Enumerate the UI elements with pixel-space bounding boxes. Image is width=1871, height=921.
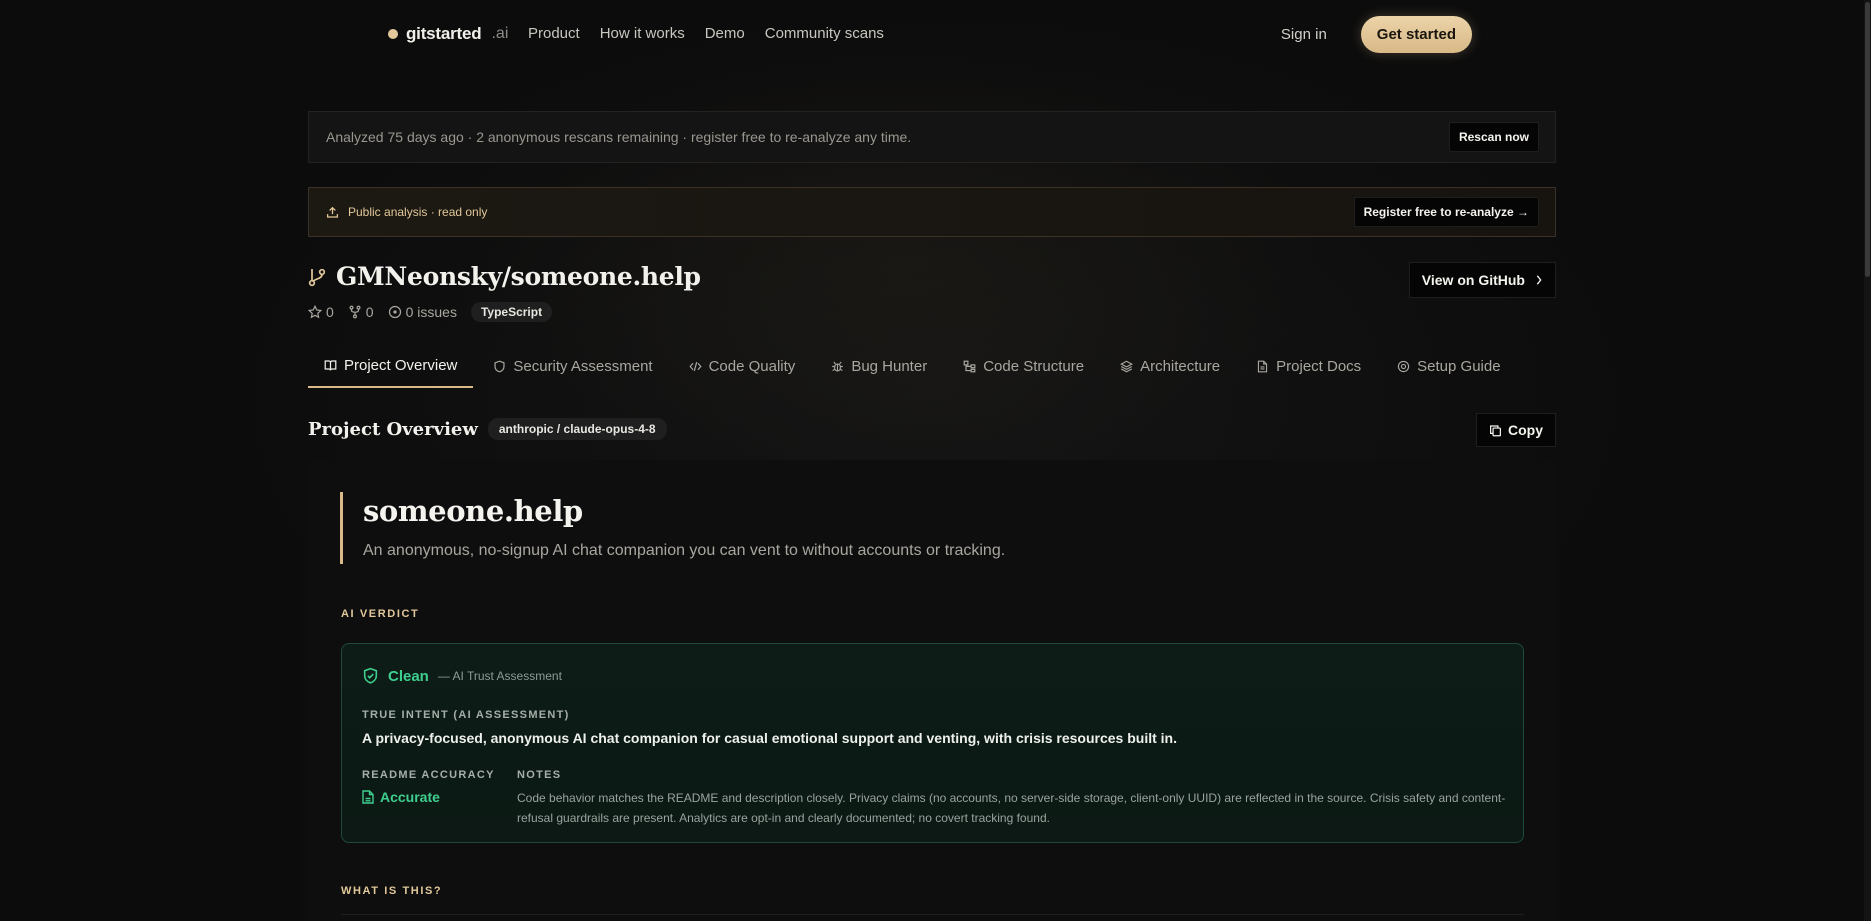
code-icon [689,361,702,372]
file-check-icon [362,790,374,804]
verdict-card: Clean — AI Trust Assessment TRUE INTENT … [341,643,1524,843]
nav-link-demo[interactable]: Demo [705,25,745,42]
nav-link-community-scans[interactable]: Community scans [765,25,884,42]
view-on-github-label: View on GitHub [1421,272,1525,288]
language-badge: TypeScript [470,302,553,322]
verdict-status: Clean [388,667,429,685]
tab-label: Project Overview [344,357,458,374]
tab-architecture[interactable]: Architecture [1104,350,1236,388]
section-header: Project Overview anthropic / claude-opus… [308,418,667,440]
page-scrollbar[interactable] [1864,0,1871,921]
ai-verdict-label: AI VERDICT [341,608,420,620]
public-analysis-banner: Public analysis · read only Register fre… [308,187,1556,237]
tab-label: Code Quality [708,358,796,375]
repo-name[interactable]: GMNeonsky/someone.help [336,262,701,291]
rescan-now-button[interactable]: Rescan now [1448,122,1539,152]
repo-meta: 0 0 0 issues TypeScript [308,302,553,322]
project-title: someone.help [363,494,583,528]
verdict-subtitle: — AI Trust Assessment [437,669,562,683]
section-title: Project Overview [308,418,478,440]
nav-link-product[interactable]: Product [528,25,580,42]
section-divider [341,914,1524,915]
tab-project-overview[interactable]: Project Overview [308,350,474,388]
tab-label: Architecture [1140,358,1221,375]
rescan-banner: Analyzed 75 days ago · 2 anonymous resca… [308,111,1556,163]
issues-count: 0 issues [388,304,457,320]
forks-value: 0 [365,304,374,320]
tab-security-assessment[interactable]: Security Assessment [477,350,668,388]
what-is-this-label: WHAT IS THIS? [341,885,443,897]
copy-icon [1490,424,1501,436]
copy-label: Copy [1508,422,1543,438]
stars-value: 0 [326,304,334,320]
public-analysis-info: Public analysis · read only [326,205,487,219]
fork-icon [349,305,361,319]
bug-icon [832,361,844,372]
forks-count: 0 [348,304,374,320]
tab-setup-guide[interactable]: Setup Guide [1381,350,1516,388]
tab-label: Bug Hunter [851,358,928,375]
nav-actions: Sign in Get started [1281,16,1472,53]
true-intent-text: A privacy-focused, anonymous AI chat com… [362,730,1178,746]
star-icon [308,305,322,319]
notes-label: NOTES [517,769,562,781]
doc-icon [1258,360,1268,373]
tab-code-structure[interactable]: Code Structure [947,350,1100,388]
chevron-right-icon [1536,275,1542,285]
brand-tld: .ai [491,25,509,42]
book-icon [324,360,337,371]
copy-button[interactable]: Copy [1476,413,1556,447]
stars-count: 0 [308,304,334,320]
rescan-banner-text: Analyzed 75 days ago · 2 anonymous resca… [326,129,912,145]
notes-text: Code behavior matches the README and des… [517,791,1506,825]
structure-icon [963,360,976,373]
upload-icon [326,206,339,218]
overview-panel: someone.help An anonymous, no-signup AI … [308,460,1556,921]
tab-bug-hunter[interactable]: Bug Hunter [815,350,943,388]
overview-hero: someone.help An anonymous, no-signup AI … [340,492,1005,564]
issue-icon [388,305,401,319]
brand-logo[interactable]: gitstarted .ai [388,24,508,44]
tab-label: Project Docs [1276,358,1362,375]
verdict-header: Clean — AI Trust Assessment [362,667,562,685]
readme-accuracy-label: README ACCURACY [362,769,495,781]
brand-dot-icon [388,29,398,39]
tab-label: Security Assessment [513,358,653,375]
analysis-tabs: Project Overview Security Assessment Cod… [308,350,1521,388]
shield-check-icon [363,667,378,684]
view-on-github-button[interactable]: View on GitHub [1408,262,1556,298]
target-icon [1397,360,1410,373]
layers-icon [1120,360,1134,373]
model-badge: anthropic / claude-opus-4-8 [487,418,667,440]
readme-accuracy-value: Accurate [362,789,440,805]
brand-name: gitstarted [406,24,482,43]
shield-icon [494,360,505,373]
repo-title: GMNeonsky/someone.help [308,262,701,291]
nav-links: Product How it works Demo Community scan… [528,25,884,42]
issues-value: 0 issues [405,304,457,320]
tab-code-quality[interactable]: Code Quality [673,350,812,388]
register-reanalyze-button[interactable]: Register free to re-analyze → [1353,197,1539,227]
nav-link-how-it-works[interactable]: How it works [600,25,685,42]
true-intent-label: TRUE INTENT (AI ASSESSMENT) [362,709,570,721]
tab-project-docs[interactable]: Project Docs [1240,350,1377,388]
project-tagline: An anonymous, no-signup AI chat companio… [363,542,1006,559]
tab-label: Setup Guide [1417,358,1501,375]
top-nav: gitstarted .ai Product How it works Demo… [0,0,1864,68]
get-started-button[interactable]: Get started [1360,16,1472,53]
public-analysis-text: Public analysis · read only [348,205,488,219]
git-branch-icon [308,268,326,286]
readme-accuracy-text: Accurate [380,789,440,805]
tab-label: Code Structure [983,358,1085,375]
sign-in-link[interactable]: Sign in [1281,26,1327,43]
scrollbar-thumb[interactable] [1865,2,1870,277]
